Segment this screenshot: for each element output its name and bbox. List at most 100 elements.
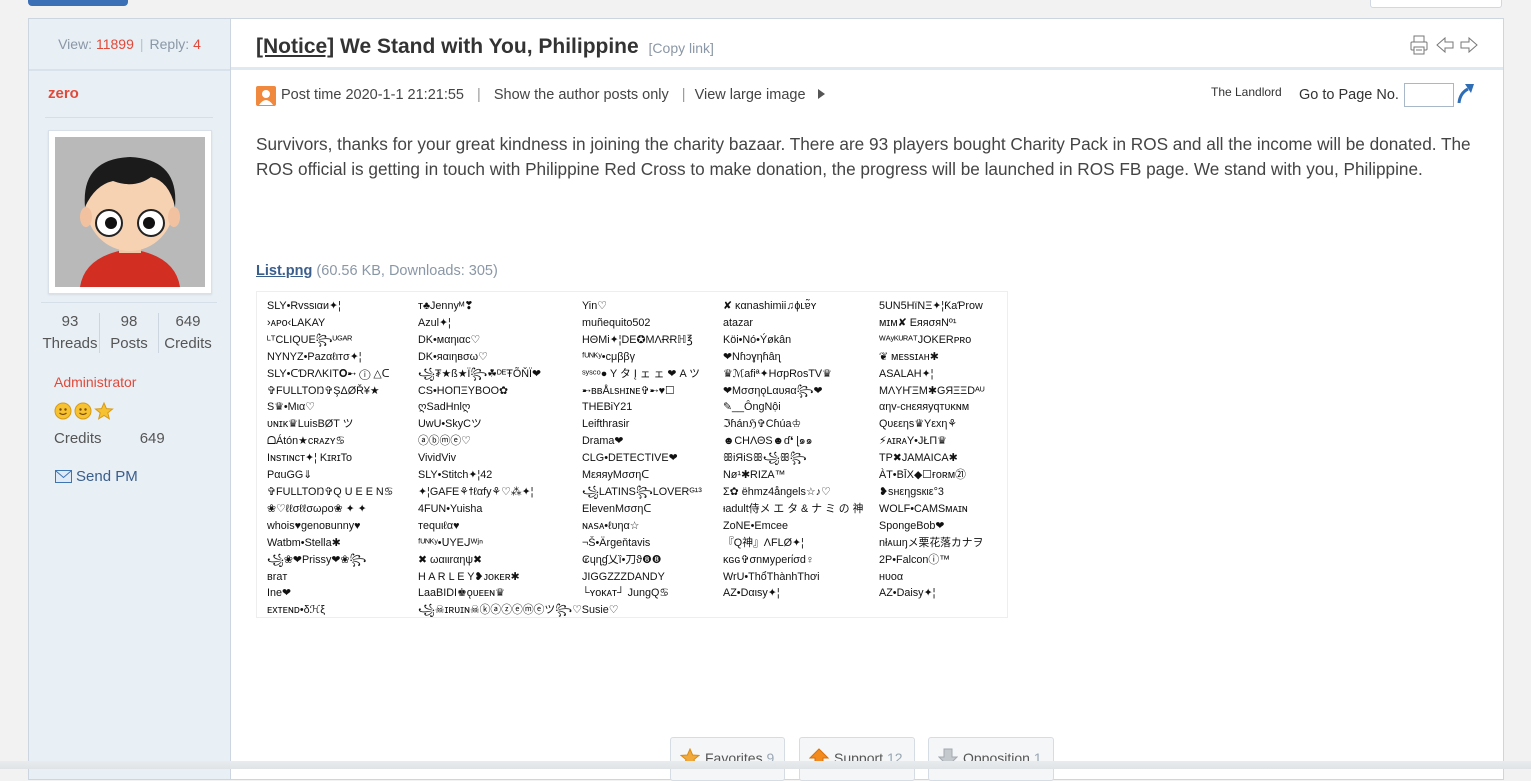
post-main: [Notice] We Stand with You, Philippine [… (231, 19, 1503, 781)
list-entry: ⚡ᴀɪʀᴀY•JŁП♛ (879, 435, 947, 448)
list-entry: ᴇxᴛᴇɴᴅ•δℋξ (267, 604, 326, 617)
author-only-link[interactable]: Show the author posts only (494, 87, 669, 103)
author-sidebar: View: 11899 | Reply: 4 zero 93 Threads 9… (29, 19, 231, 779)
list-entry: SLY•ᑕƊRΛKIT𝐎➸ ⓘ △ᑕ (267, 367, 390, 380)
next-thread-icon[interactable] (1460, 35, 1478, 60)
credits-row-label: Credits (54, 430, 102, 447)
list-entry: ᵂᴬʸᴷᵁᴿᴬᵀJOKERᴘʀᴏ (879, 333, 972, 346)
list-entry: WOLF•CAMSᴍᴀɪɴ (879, 502, 968, 515)
user-group[interactable]: Administrator (54, 374, 136, 390)
list-entry: ꧁LATINS꧂LOVERᴳ¹³ (582, 485, 702, 498)
posts-count: 98 (120, 313, 138, 330)
list-entry: Nø¹✱RIZA™ (723, 469, 786, 482)
list-entry: ASALAH✦¦ (879, 367, 934, 380)
credits-row-value: 649 (139, 430, 165, 447)
top-right-control[interactable] (1370, 0, 1502, 8)
list-entry: WrU•ThổThànhThơi (723, 570, 820, 583)
page-bottom-edge (0, 761, 1531, 769)
list-entry: └ʏᴏᴋᴀᴛ┘ JungQ♋ (582, 587, 670, 600)
threads-count: 93 (61, 313, 79, 330)
print-icon[interactable] (1410, 35, 1428, 60)
list-entry: ➸ʙʙÅʟsʜɪɴᴇ✞➸♥☐ (582, 384, 675, 397)
list-entry: ❤MσσηǫLαυяα꧂❤ (723, 384, 823, 397)
view-count: 11899 (95, 36, 134, 52)
go-arrow-icon[interactable] (1456, 81, 1476, 109)
list-entry: ❤Nɦↄɣηɦâɳ (723, 350, 781, 363)
meta-separator: | (681, 87, 686, 103)
post-content: Survivors, thanks for your great kindnes… (256, 134, 1471, 179)
post-time: Post time 2020-1-1 21:21:55 (281, 87, 464, 103)
attachment-meta: (60.56 KB, Downloads: 305) (316, 263, 498, 279)
thread-title: We Stand with You, Philippine (340, 35, 639, 58)
previous-thread-icon[interactable] (1436, 35, 1454, 60)
reply-count: 4 (193, 36, 201, 52)
stats-separator: | (139, 36, 144, 52)
posts-stat[interactable]: 98 Posts (100, 311, 158, 355)
notice-tag[interactable]: [Notice] (256, 35, 334, 58)
copy-link[interactable]: [Copy link] (649, 40, 714, 56)
thread-stats: View: 11899 | Reply: 4 (29, 19, 230, 71)
list-entry: Σ✿ ëhmz4ångels☆♪♡ (723, 485, 831, 498)
posts-label: Posts (110, 335, 148, 352)
list-entry: ›ᴀᴘᴏ‹LAKAY (267, 316, 326, 329)
top-nav-button[interactable] (28, 0, 128, 6)
credits-count: 649 (175, 313, 201, 330)
avatar-image (55, 137, 205, 287)
list-entry: muñequito502 (582, 316, 651, 329)
list-entry: atazar (723, 316, 754, 329)
envelope-icon (55, 470, 72, 487)
list-entry: ☻CHΛΘS☻ɗ❛ ɭ๑๑ (723, 435, 813, 448)
attachment-image[interactable]: SLY•Rvssιαи✦¦ ›ᴀᴘᴏ‹LAKAY ᴸᵀCLIQUE꧂ᵁᴳᴬᴿ NYNY… (256, 291, 1008, 618)
page-number-input[interactable] (1404, 83, 1454, 107)
list-entry: Qυεεηs♛Yεxη⚘ (879, 418, 958, 431)
list-entry: ₢ɥɳɠ乂ȉ•刀ϑ❽❽ (582, 553, 662, 566)
support-button[interactable]: Support 12 (799, 737, 915, 781)
online-status-icon (256, 86, 276, 106)
list-entry: вraт (267, 570, 288, 583)
send-pm-label: Send PM (76, 468, 138, 485)
threads-stat[interactable]: 93 Threads (41, 311, 99, 355)
list-entry: ꧁❀❤Prissy❤❀꧂ (267, 553, 367, 566)
credits-row: Credits 649 (54, 430, 165, 447)
author-stats: 93 Threads 98 Posts 649 Credits (41, 302, 217, 365)
avatar[interactable] (48, 130, 212, 294)
list-entry: ✞FULLTOŊ✞ŞΔØŘ¥★ (267, 384, 380, 397)
list-entry: SLY•Rvssιαи✦¦ (267, 300, 341, 312)
favorites-button[interactable]: Favorites 9 (670, 737, 785, 781)
send-pm-link[interactable]: Send PM (55, 468, 138, 487)
attachment-filename[interactable]: List.png (256, 263, 312, 279)
list-entry: ꕥiЯiSꕥ꧁ꕥ꧂ (723, 452, 807, 465)
view-large-image-link[interactable]: View large image (695, 87, 806, 103)
list-entry: nłᴀɯŋメ栗花落カナヲ (879, 536, 984, 549)
list-entry: ElevenMσσηᑕ (582, 502, 652, 515)
title-bar: [Notice] We Stand with You, Philippine [… (231, 19, 1503, 70)
divider (45, 117, 213, 118)
list-entry: AZ•Dαιsу✦¦ (723, 587, 780, 600)
rank-icons (54, 401, 116, 421)
list-entry: ℑɦánℌ✞Cɦúa♔ (723, 418, 802, 431)
list-entry: ΜεяяуΜσσηᑕ (582, 469, 650, 482)
list-entry: Ine❤ (267, 587, 292, 600)
list-entry: ᴍɪᴍ✘ ΕяяσяΝº¹ (879, 316, 957, 329)
list-entry: αηv-cнεяяуqᴛᴜᴋɴᴍ (879, 401, 970, 414)
list-entry: ᴜɴɪᴋ♛LuisBØT ツ (267, 418, 354, 431)
list-entry: 5UN5HïNΞ✦¦ƘaƤrow (879, 300, 983, 312)
list-entry: ᵻadult侍メ エ タ & ナ ミ の 神 (723, 502, 864, 515)
caret-right-icon (817, 87, 825, 103)
credits-stat[interactable]: 649 Credits (159, 311, 217, 355)
reply-label: Reply: (149, 36, 190, 52)
list-entry: ᗝÁtón★ᴄʀᴀᴢʏ♋ (267, 435, 346, 448)
list-entry: Drama❤ (582, 435, 624, 448)
list-entry: TP✖JAMAICA✱ (879, 452, 958, 465)
list-entry: whois♥genoвunny♥ (267, 519, 361, 532)
list-entry: SpongeBob❤ (879, 519, 945, 532)
landlord-label: The Landlord (1211, 85, 1282, 99)
list-entry: ZoNE•Emcee (723, 519, 788, 532)
opposition-button[interactable]: Opposition 1 (928, 737, 1054, 781)
rank-medal-icon (54, 401, 114, 420)
author-name[interactable]: zero (48, 85, 79, 102)
list-entry: NYNYZ•Pazαℓιтσ✦¦ (267, 350, 362, 363)
list-entry: ¬Š•Ärgeňtavis (582, 536, 651, 549)
list-entry: ΜΛYҤΞΜ✱GЯΞΞDᴬᵁ (879, 384, 985, 397)
list-entry: ɴᴀꜱᴀ•ℓυηα☆ (582, 519, 640, 532)
